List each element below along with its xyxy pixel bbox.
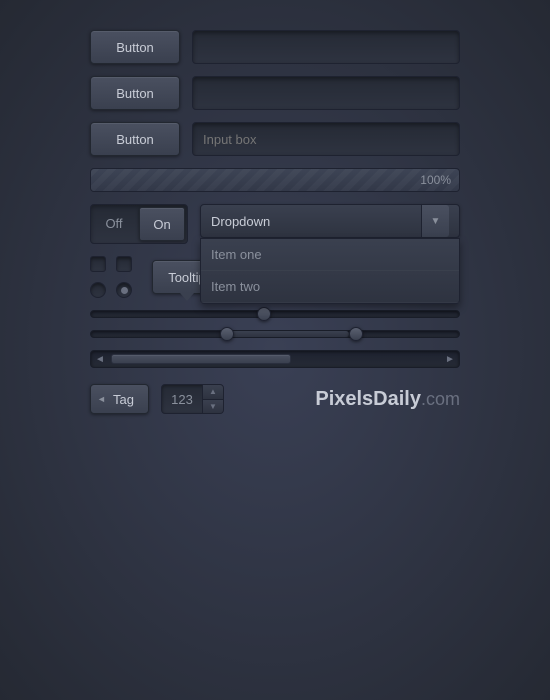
scrollbar-right-arrow[interactable]: ►: [441, 351, 459, 367]
toggle-off-btn[interactable]: Off: [91, 207, 137, 241]
toggle-on-btn[interactable]: On: [139, 207, 185, 241]
number-value: 123: [162, 385, 202, 413]
checkbox-2[interactable]: [116, 256, 132, 272]
toggle-group: Off On: [90, 204, 188, 244]
input-field-1[interactable]: [192, 30, 460, 64]
input-field-2[interactable]: [192, 76, 460, 110]
button-row-3: Button: [90, 122, 460, 156]
radio-1[interactable]: [90, 282, 106, 298]
slider-1-thumb[interactable]: [257, 307, 271, 321]
button-1[interactable]: Button: [90, 30, 180, 64]
slider-1-track[interactable]: [90, 310, 460, 318]
number-input-group: 123 ▲ ▼: [161, 384, 224, 414]
progress-label: 100%: [420, 173, 451, 187]
tag-button[interactable]: Tag: [90, 384, 149, 414]
dropdown-label: Dropdown: [211, 214, 270, 229]
brand-name: PixelsDaily: [315, 388, 421, 410]
dropdown-menu: Item one Item two: [200, 238, 460, 304]
button-row-1: Button: [90, 30, 460, 64]
slider-2-thumb-left[interactable]: [220, 327, 234, 341]
scrollbar-thumb[interactable]: [111, 354, 291, 364]
radio-2[interactable]: [116, 282, 132, 298]
bottom-row: Tag 123 ▲ ▼ PixelsDaily.com: [90, 384, 460, 414]
button-2[interactable]: Button: [90, 76, 180, 110]
number-up-btn[interactable]: ▲: [203, 385, 223, 400]
button-row-2: Button: [90, 76, 460, 110]
scrollbar-left-arrow[interactable]: ◄: [91, 351, 109, 367]
radio-row: [90, 282, 132, 298]
scrollbar-track: [111, 354, 439, 364]
brand-tld: .com: [421, 389, 460, 409]
slider-2-track[interactable]: [90, 330, 460, 338]
dropdown-select[interactable]: Dropdown ▼: [200, 204, 460, 238]
dropdown-item-1[interactable]: Item one: [201, 239, 459, 271]
checkbox-row: [90, 256, 132, 272]
checkbox-1[interactable]: [90, 256, 106, 272]
dropdown-container: Dropdown ▼ Item one Item two: [200, 204, 460, 238]
toggle-dropdown-row: Off On Dropdown ▼ Item one Item two: [90, 204, 460, 244]
number-down-btn[interactable]: ▼: [203, 400, 223, 414]
button-3[interactable]: Button: [90, 122, 180, 156]
scrollbar[interactable]: ◄ ►: [90, 350, 460, 368]
progress-bar-container: 100%: [90, 168, 460, 192]
slider-2-thumb-right[interactable]: [349, 327, 363, 341]
input-field-3[interactable]: [192, 122, 460, 156]
number-arrows: ▲ ▼: [202, 385, 223, 413]
checkboxes-group: [90, 256, 132, 298]
brand: PixelsDaily.com: [315, 388, 460, 411]
slider-2-range: [220, 331, 349, 337]
dropdown-item-2[interactable]: Item two: [201, 271, 459, 303]
sliders-section: ◄ ►: [90, 310, 460, 368]
dropdown-arrow-icon: ▼: [421, 205, 449, 237]
progress-bar-fill: [91, 169, 459, 191]
